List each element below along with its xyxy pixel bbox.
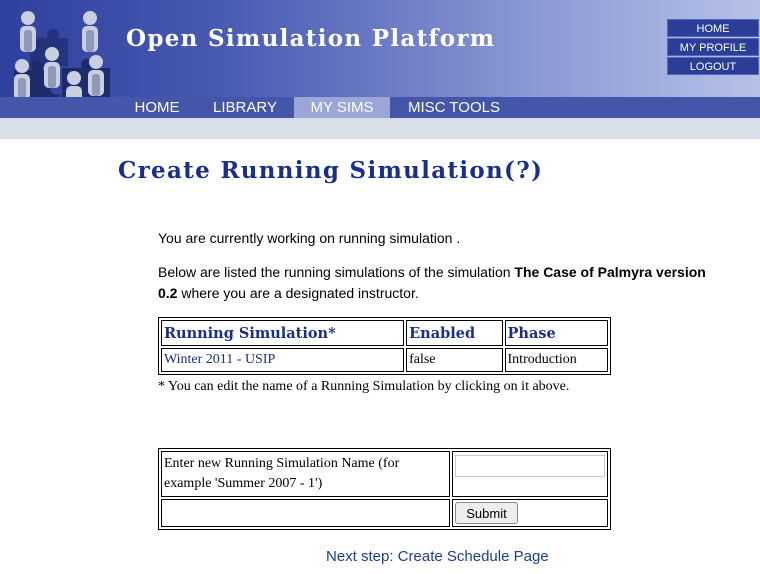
column-header-enabled: Enabled [406, 320, 503, 346]
column-header-running-simulation: Running Simulation* [161, 320, 405, 346]
running-simulations-table: Running Simulation* Enabled Phase Winter… [158, 317, 611, 375]
phase-cell: Introduction [504, 348, 608, 372]
next-step-link[interactable]: Next step: Create Schedule Page [326, 548, 549, 565]
top-link-logout[interactable]: LOGOUT [667, 57, 759, 75]
table-row: Winter 2011 - USIP false Introduction [161, 348, 608, 372]
simulation-description: Below are listed the running simulations… [158, 262, 718, 304]
header-divider-band [0, 118, 760, 139]
main-nav: HOME LIBRARY MY SIMS MISC TOOLS [0, 97, 760, 118]
top-menu: HOME MY PROFILE LOGOUT [667, 19, 759, 76]
description-suffix: where you are a designated instructor. [177, 285, 419, 301]
nav-tab-library[interactable]: LIBRARY [200, 97, 290, 118]
working-on-text: You are currently working on running sim… [158, 230, 461, 246]
top-link-home[interactable]: HOME [667, 19, 759, 37]
nav-tab-my-sims[interactable]: MY SIMS [294, 97, 390, 118]
nav-tab-home[interactable]: HOME [122, 97, 192, 118]
new-name-input-cell [452, 451, 608, 497]
new-name-label: Enter new Running Simulation Name (for e… [161, 451, 450, 497]
running-sim-name-link[interactable]: Winter 2011 - USIP [164, 352, 275, 367]
submit-button[interactable]: Submit [455, 502, 518, 524]
form-row-submit: Submit [161, 499, 608, 527]
table-header-row: Running Simulation* Enabled Phase [161, 320, 608, 346]
site-header: Open Simulation Platform HOME MY PROFILE… [0, 0, 760, 118]
description-prefix: Below are listed the running simulations… [158, 264, 515, 280]
form-row-name: Enter new Running Simulation Name (for e… [161, 451, 608, 497]
new-running-sim-name-input[interactable] [455, 455, 605, 477]
column-header-phase: Phase [504, 320, 608, 346]
edit-note: * You can edit the name of a Running Sim… [158, 379, 570, 394]
nav-tab-misc-tools[interactable]: MISC TOOLS [396, 97, 512, 118]
enabled-cell: false [406, 348, 503, 372]
submit-cell: Submit [452, 499, 608, 527]
top-link-my-profile[interactable]: MY PROFILE [667, 38, 759, 56]
empty-cell [161, 499, 450, 527]
new-running-sim-form: Enter new Running Simulation Name (for e… [158, 448, 611, 530]
site-title: Open Simulation Platform [126, 25, 496, 52]
running-sim-name-cell: Winter 2011 - USIP [161, 348, 405, 372]
page-title[interactable]: Create Running Simulation(?) [118, 157, 543, 184]
